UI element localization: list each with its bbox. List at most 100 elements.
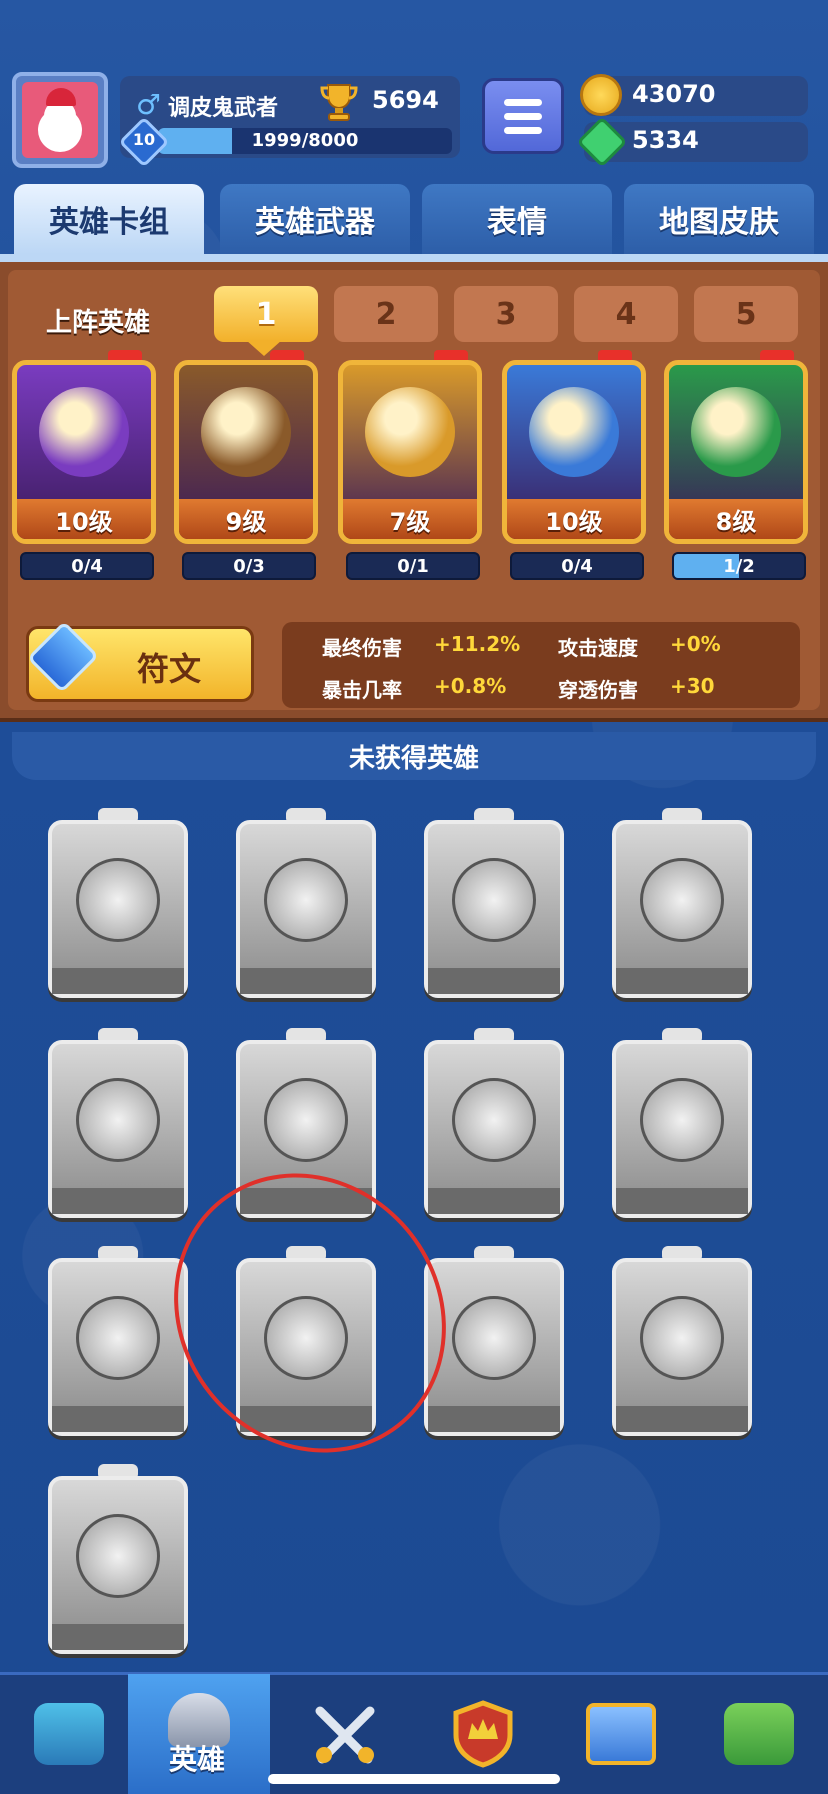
player-level: 10 <box>132 130 156 149</box>
hero-card-progress-text: 0/1 <box>397 555 429 577</box>
hero-card-progress: 0/3 <box>182 552 316 580</box>
hero-portrait <box>365 387 455 477</box>
locked-hero-base <box>240 968 372 994</box>
stat-label: 最终伤害 <box>322 636 402 660</box>
stat-label: 攻击速度 <box>558 636 638 660</box>
tab-divider <box>0 254 828 262</box>
tab-hero-deck[interactable]: 英雄卡组 <box>14 184 204 254</box>
locked-hero-portrait <box>264 1078 348 1162</box>
main-tabs: 英雄卡组 英雄武器 表情 地图皮肤 <box>14 184 828 258</box>
locked-hero-card[interactable] <box>48 1040 188 1218</box>
hero-card-progress: 0/1 <box>346 552 480 580</box>
locked-heroes-header: 未获得英雄 <box>12 732 816 780</box>
locked-hero-portrait <box>76 1514 160 1598</box>
hero-portrait <box>529 387 619 477</box>
stat-value: +0.8% <box>434 674 507 698</box>
stat-label: 穿透伤害 <box>558 678 638 702</box>
locked-hero-portrait <box>76 858 160 942</box>
hero-card[interactable]: 10级 <box>502 360 646 544</box>
locked-hero-base <box>52 1188 184 1214</box>
xp-text: 1999/8000 <box>251 130 359 151</box>
locked-hero-portrait <box>452 1078 536 1162</box>
locked-hero-base <box>428 1188 560 1214</box>
hero-card[interactable]: 8级 <box>664 360 808 544</box>
crown-shield-icon <box>453 1700 513 1768</box>
locked-hero-card[interactable] <box>424 1040 564 1218</box>
tab-emotes[interactable]: 表情 <box>422 184 612 254</box>
avatar-image <box>22 82 98 158</box>
hero-level: 10级 <box>507 499 641 539</box>
nav-shop[interactable] <box>0 1674 138 1794</box>
deck-tab-4[interactable]: 4 <box>574 286 678 342</box>
locked-hero-card[interactable] <box>612 820 752 998</box>
gem-count: 5334 <box>632 126 699 154</box>
hero-card[interactable]: 7级 <box>338 360 482 544</box>
locked-hero-base <box>52 1624 184 1650</box>
stat-value: +30 <box>670 674 715 698</box>
hero-portrait <box>691 387 781 477</box>
hero-portrait <box>201 387 291 477</box>
tab-hero-weapons[interactable]: 英雄武器 <box>220 184 410 254</box>
locked-hero-portrait <box>452 858 536 942</box>
locked-hero-base <box>428 1406 560 1432</box>
locked-hero-base <box>428 968 560 994</box>
hero-level: 7级 <box>343 499 477 539</box>
menu-line <box>504 126 542 134</box>
locked-hero-card[interactable] <box>612 1258 752 1436</box>
hero-card-progress: 0/4 <box>510 552 644 580</box>
locked-hero-base <box>616 1188 748 1214</box>
locked-hero-portrait <box>76 1296 160 1380</box>
crossed-swords-icon <box>315 1706 375 1764</box>
hero-card[interactable]: 10级 <box>12 360 156 544</box>
coin-icon <box>580 74 622 116</box>
locked-hero-card[interactable] <box>48 1258 188 1436</box>
rune-label: 符文 <box>136 650 201 688</box>
tab-map-skins[interactable]: 地图皮肤 <box>624 184 814 254</box>
deck-tab-2[interactable]: 2 <box>334 286 438 342</box>
locked-hero-card[interactable] <box>48 820 188 998</box>
locked-hero-card[interactable] <box>236 820 376 998</box>
locked-hero-portrait <box>264 858 348 942</box>
nav-social[interactable] <box>552 1674 690 1794</box>
locked-hero-card[interactable] <box>48 1476 188 1654</box>
nav-world[interactable] <box>690 1674 828 1794</box>
locked-hero-base <box>52 968 184 994</box>
player-name: 调皮鬼武者 <box>168 96 279 121</box>
locked-hero-card[interactable] <box>424 1258 564 1436</box>
menu-button[interactable] <box>482 78 564 154</box>
sprout-island-icon <box>724 1703 794 1765</box>
hero-card-progress-text: 0/4 <box>561 555 593 577</box>
trophy-icon <box>320 84 358 121</box>
lineup-label: 上阵英雄 <box>46 308 151 338</box>
santa-hat-icon <box>46 88 76 106</box>
hero-level: 10级 <box>17 499 151 539</box>
locked-hero-portrait <box>640 1078 724 1162</box>
deck-tab-3[interactable]: 3 <box>454 286 558 342</box>
nav-heroes-label: 英雄 <box>168 1743 225 1776</box>
stat-label: 暴击几率 <box>322 678 402 702</box>
hero-card-progress-text: 0/3 <box>233 555 265 577</box>
deck-tab-5[interactable]: 5 <box>694 286 798 342</box>
avatar[interactable] <box>12 72 108 168</box>
hero-card-progress-text: 1/2 <box>723 555 755 577</box>
hero-card-progress: 0/4 <box>20 552 154 580</box>
locked-hero-portrait <box>640 1296 724 1380</box>
hero-level: 8级 <box>669 499 803 539</box>
locked-hero-card[interactable] <box>424 820 564 998</box>
menu-line <box>504 112 542 120</box>
locked-hero-base <box>616 968 748 994</box>
male-gender-icon: ♂ <box>136 88 162 121</box>
treasure-chest-icon <box>34 1703 104 1765</box>
deck-tab-1[interactable]: 1 <box>214 286 318 342</box>
friends-banner-icon <box>586 1703 656 1765</box>
hero-portrait <box>39 387 129 477</box>
locked-hero-portrait <box>640 858 724 942</box>
locked-hero-card[interactable] <box>612 1040 752 1218</box>
menu-line <box>504 98 542 106</box>
trophy-count: 5694 <box>372 86 439 114</box>
hero-card-progress-text: 0/4 <box>71 555 103 577</box>
locked-hero-base <box>616 1406 748 1432</box>
locked-hero-portrait <box>452 1296 536 1380</box>
stat-value: +11.2% <box>434 632 521 656</box>
hero-card[interactable]: 9级 <box>174 360 318 544</box>
